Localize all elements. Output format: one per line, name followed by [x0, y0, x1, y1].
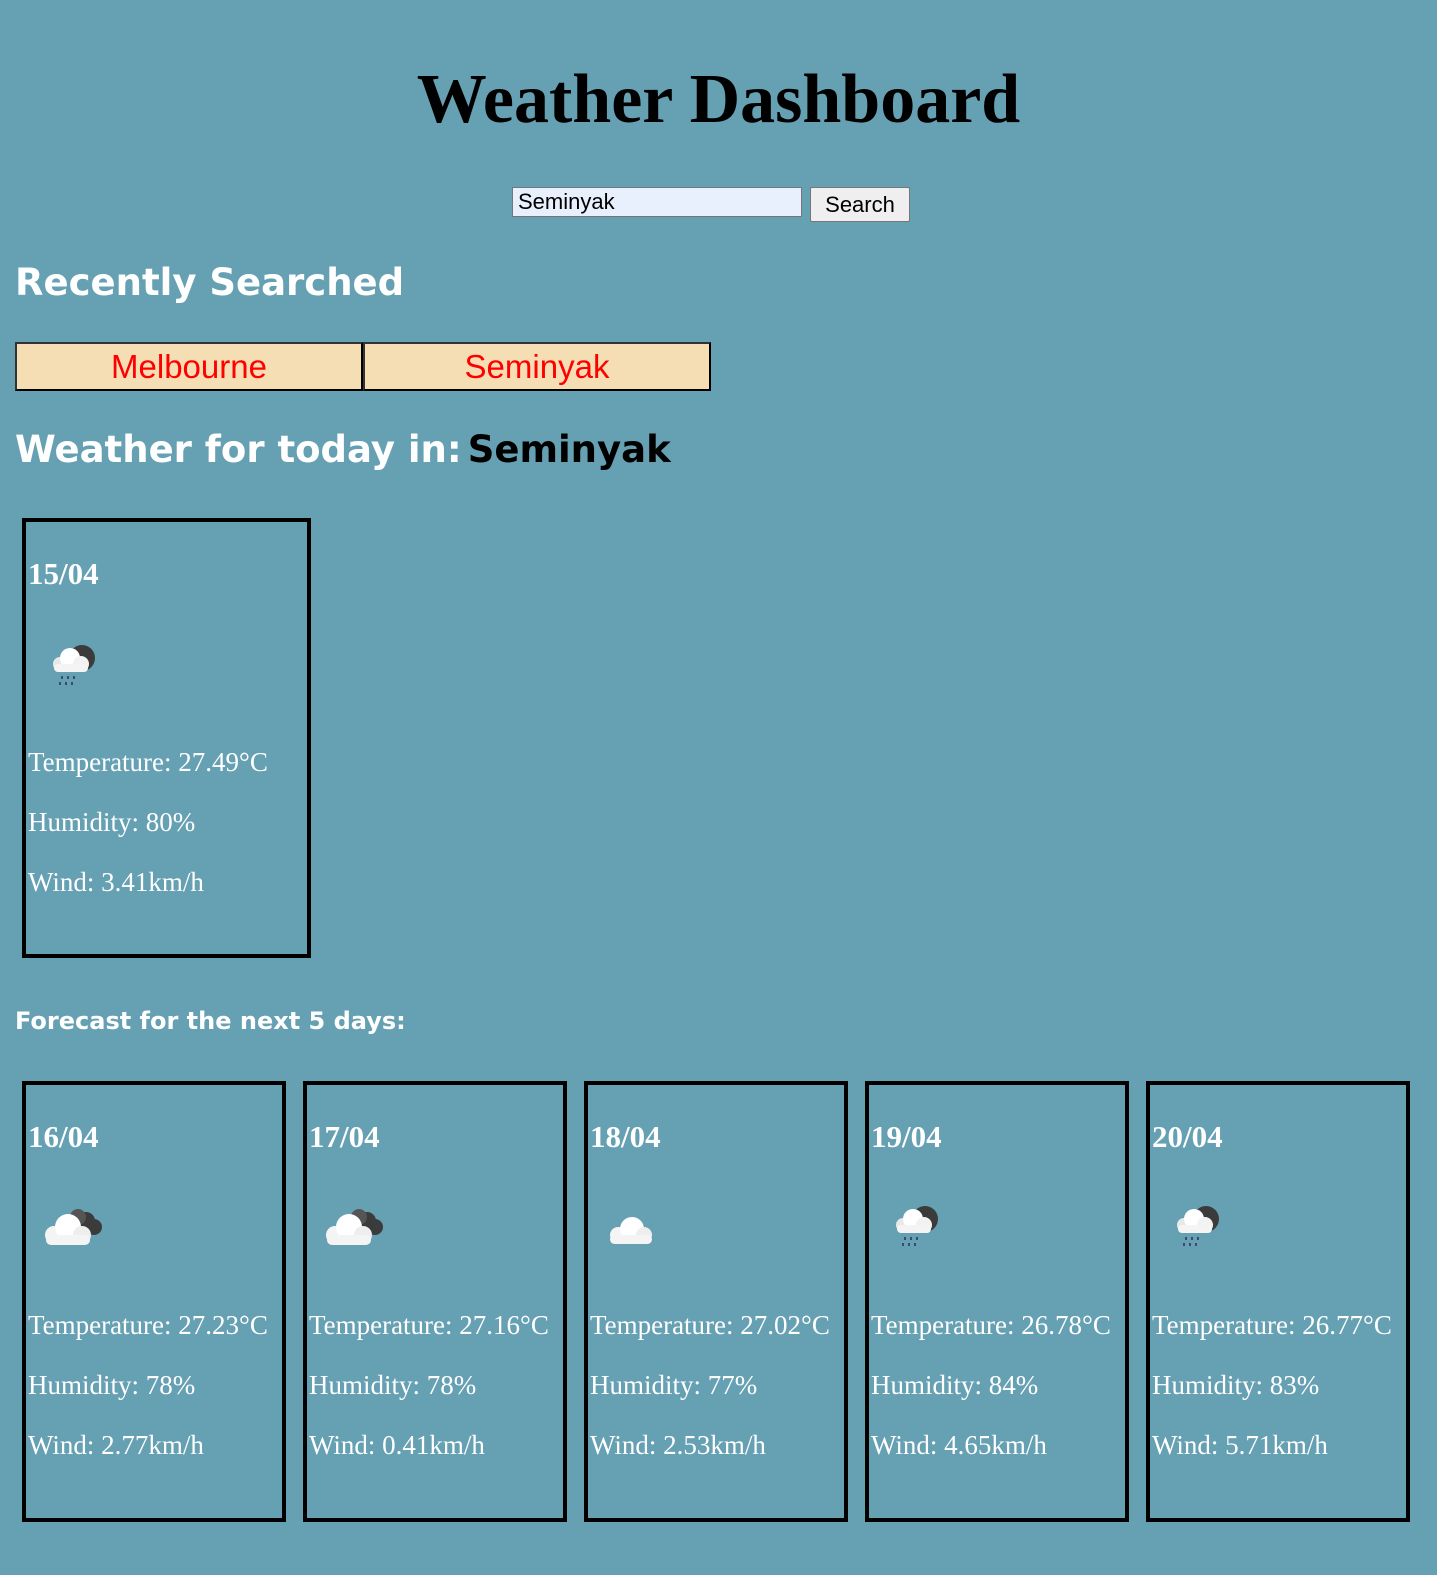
- cloud-icon: [602, 1203, 668, 1253]
- search-bar: Search: [512, 187, 910, 222]
- card-temperature: Temperature: 26.78°C: [871, 1310, 1111, 1340]
- card-wind: Wind: 5.71km/h: [1152, 1430, 1328, 1460]
- card-date: 17/04: [309, 1119, 380, 1154]
- card-humidity: Humidity: 83%: [1152, 1370, 1320, 1400]
- card-wind: Wind: 4.65km/h: [871, 1430, 1047, 1460]
- today-label: Weather for today in:: [15, 428, 462, 471]
- today-weather-card: 15/04 Temperature: 27.49°C Humidity: 80%…: [22, 518, 311, 958]
- search-input[interactable]: [512, 187, 802, 217]
- card-date: 18/04: [590, 1119, 661, 1154]
- card-temperature: Temperature: 27.49°C: [28, 747, 268, 777]
- rain-cloud-icon: [48, 642, 114, 692]
- card-humidity: Humidity: 78%: [28, 1370, 196, 1400]
- card-humidity: Humidity: 77%: [590, 1370, 758, 1400]
- page-title: Weather Dashboard: [416, 61, 1021, 138]
- card-wind: Wind: 2.77km/h: [28, 1430, 204, 1460]
- rain-cloud-icon: [891, 1203, 957, 1253]
- card-date: 20/04: [1152, 1119, 1223, 1154]
- today-city: Seminyak: [467, 428, 671, 471]
- card-wind: Wind: 0.41km/h: [309, 1430, 485, 1460]
- card-temperature: Temperature: 27.16°C: [309, 1310, 549, 1340]
- forecast-card: 20/04 Temperature: 26.77°C Humidity: 83%…: [1146, 1081, 1410, 1522]
- card-temperature: Temperature: 27.02°C: [590, 1310, 830, 1340]
- forecast-card: 19/04 Temperature: 26.78°C Humidity: 84%…: [865, 1081, 1129, 1522]
- recent-heading: Recently Searched: [15, 261, 405, 304]
- forecast-heading: Forecast for the next 5 days:: [15, 1007, 406, 1035]
- today-heading: Weather for today in: Seminyak: [15, 425, 671, 475]
- card-wind: Wind: 2.53km/h: [590, 1430, 766, 1460]
- recent-search-list: Melbourne Seminyak: [15, 342, 711, 391]
- rain-cloud-icon: [1172, 1203, 1238, 1253]
- card-humidity: Humidity: 84%: [871, 1370, 1039, 1400]
- card-wind: Wind: 3.41km/h: [28, 867, 204, 897]
- card-temperature: Temperature: 26.77°C: [1152, 1310, 1392, 1340]
- card-temperature: Temperature: 27.23°C: [28, 1310, 268, 1340]
- search-button[interactable]: Search: [810, 187, 910, 222]
- card-date: 19/04: [871, 1119, 942, 1154]
- card-humidity: Humidity: 80%: [28, 807, 196, 837]
- forecast-card: 18/04 Temperature: 27.02°C Humidity: 77%…: [584, 1081, 848, 1522]
- card-date: 15/04: [28, 556, 99, 591]
- broken-clouds-icon: [40, 1203, 106, 1253]
- recent-search-seminyak[interactable]: Seminyak: [363, 342, 711, 391]
- card-humidity: Humidity: 78%: [309, 1370, 477, 1400]
- card-date: 16/04: [28, 1119, 99, 1154]
- broken-clouds-icon: [321, 1203, 387, 1253]
- forecast-card: 16/04 Temperature: 27.23°C Humidity: 78%…: [22, 1081, 286, 1522]
- recent-search-melbourne[interactable]: Melbourne: [15, 342, 363, 391]
- forecast-card: 17/04 Temperature: 27.16°C Humidity: 78%…: [303, 1081, 567, 1522]
